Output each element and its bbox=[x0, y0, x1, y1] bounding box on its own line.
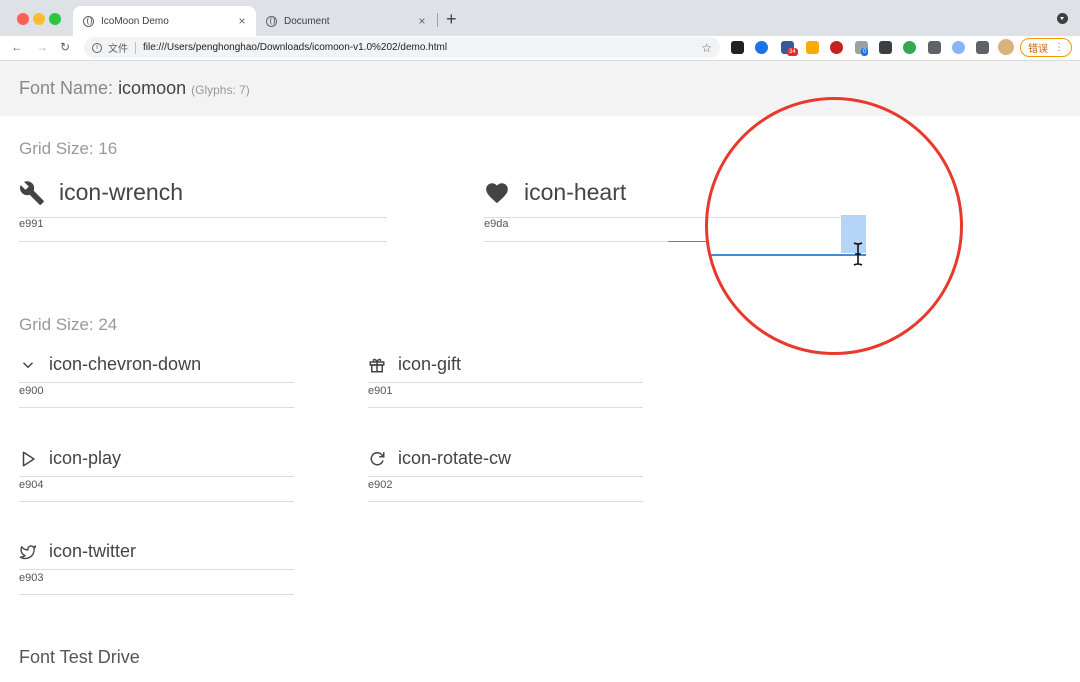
wrench-icon bbox=[20, 180, 44, 205]
play-icon bbox=[22, 451, 35, 466]
glyph-name-underline bbox=[368, 476, 643, 477]
gift-icon bbox=[369, 358, 385, 372]
glyph-code-underline bbox=[368, 501, 643, 502]
tab-document[interactable]: Document × bbox=[256, 6, 436, 36]
browser-tab-strip: IcoMoon Demo × Document × + bbox=[0, 0, 1080, 36]
font-name-title: Font Name: icomoon (Glyphs: 7) bbox=[19, 78, 250, 99]
extension-shield-icon[interactable] bbox=[830, 41, 843, 54]
tab-search-icon[interactable] bbox=[1057, 13, 1068, 24]
glyph-name-underline bbox=[19, 217, 387, 218]
font-test-drive-heading: Font Test Drive bbox=[19, 647, 140, 667]
glyph-code[interactable]: e903 bbox=[19, 562, 294, 584]
glyph-name-underline bbox=[19, 382, 294, 383]
grid-24-heading: Grid Size: 24 bbox=[19, 315, 118, 334]
grid-16-heading: Grid Size: 16 bbox=[19, 139, 118, 158]
error-button[interactable]: 错误 ⋮ bbox=[1020, 38, 1072, 57]
extension-badge: 0 bbox=[861, 48, 869, 56]
glyph-code[interactable]: e904 bbox=[19, 469, 294, 491]
extension-sync-icon[interactable]: 0 bbox=[855, 41, 869, 56]
heart-icon bbox=[486, 182, 508, 203]
glyph-code-underline bbox=[19, 241, 387, 242]
extensions-puzzle-icon[interactable] bbox=[976, 41, 989, 54]
rotate-cw-icon bbox=[370, 451, 385, 465]
tab-title: IcoMoon Demo bbox=[101, 15, 169, 27]
focus-underline bbox=[668, 241, 708, 242]
extension-icon[interactable] bbox=[731, 41, 744, 54]
address-divider bbox=[135, 41, 136, 54]
reload-button[interactable]: ↻ bbox=[60, 39, 70, 55]
glyph-code-underline bbox=[19, 407, 294, 408]
extension-ia-icon[interactable] bbox=[879, 41, 892, 54]
glyph-code-underline bbox=[19, 501, 294, 502]
glyph-card-gift: icon-gift e901 bbox=[368, 354, 643, 410]
glyph-card-wrench: icon-wrench e991 bbox=[19, 179, 387, 244]
more-menu-icon: ⋮ bbox=[1054, 42, 1064, 53]
window-minimize-button[interactable] bbox=[33, 13, 45, 25]
font-name-label: Font Name: bbox=[19, 78, 114, 98]
glyph-card-rotate-cw: icon-rotate-cw e902 bbox=[368, 448, 643, 504]
glyph-name-underline bbox=[368, 382, 643, 383]
glyph-name-underline bbox=[19, 476, 294, 477]
forward-button[interactable]: → bbox=[36, 39, 48, 55]
glyph-code-underline bbox=[368, 407, 643, 408]
globe-icon bbox=[83, 15, 94, 27]
window-zoom-button[interactable] bbox=[49, 13, 61, 25]
glyph-code[interactable]: e991 bbox=[19, 206, 387, 230]
glyph-name: icon-play bbox=[49, 448, 122, 468]
tab-close-icon[interactable]: × bbox=[414, 14, 430, 28]
profile-avatar[interactable] bbox=[998, 39, 1014, 55]
glyph-name-underline bbox=[19, 569, 294, 570]
bookmark-star-icon[interactable]: ☆ bbox=[701, 41, 712, 55]
back-button[interactable]: ← bbox=[11, 39, 23, 55]
glyph-card-chevron-down: icon-chevron-down e900 bbox=[19, 354, 294, 410]
glyph-name: icon-chevron-down bbox=[49, 354, 202, 374]
extension-badge: 34 bbox=[787, 48, 798, 56]
glyph-name: icon-rotate-cw bbox=[398, 448, 512, 468]
file-scheme-label: 文件 bbox=[108, 44, 128, 55]
address-bar[interactable]: i 文件 file:///Users/penghonghao/Downloads… bbox=[84, 37, 720, 58]
glyph-name: icon-twitter bbox=[49, 541, 137, 561]
glyph-name: icon-gift bbox=[398, 354, 462, 374]
browser-toolbar: ← → ↻ i 文件 file:///Users/penghonghao/Dow… bbox=[0, 36, 1080, 61]
glyph-name: icon-wrench bbox=[59, 179, 183, 205]
glyph-code[interactable]: e902 bbox=[368, 469, 643, 491]
extension-check-icon[interactable] bbox=[903, 41, 916, 54]
glyph-card-play: icon-play e904 bbox=[19, 448, 294, 504]
glyph-count: (Glyphs: 7) bbox=[191, 83, 250, 97]
tab-close-icon[interactable]: × bbox=[234, 14, 250, 28]
window-close-button[interactable] bbox=[17, 13, 29, 25]
chevron-down-icon bbox=[22, 361, 34, 368]
url-text[interactable]: file:///Users/penghonghao/Downloads/icom… bbox=[143, 42, 701, 53]
glyph-code[interactable]: e900 bbox=[19, 375, 294, 397]
extension-download-icon[interactable] bbox=[806, 41, 819, 54]
site-info-icon[interactable]: i bbox=[92, 42, 102, 53]
extension-icon[interactable] bbox=[755, 41, 768, 54]
glyph-code-underline bbox=[484, 241, 668, 242]
error-label: 错误 bbox=[1028, 44, 1048, 55]
tab-icomoon-demo[interactable]: IcoMoon Demo × bbox=[73, 6, 256, 36]
glyph-code-underline bbox=[19, 594, 294, 595]
font-name-value: icomoon bbox=[118, 78, 187, 98]
glyph-code[interactable]: e901 bbox=[368, 375, 643, 397]
twitter-icon bbox=[19, 544, 37, 559]
glyph-card-twitter: icon-twitter e903 bbox=[19, 541, 294, 597]
extension-fox-icon[interactable] bbox=[928, 41, 941, 54]
extension-mail-icon[interactable]: 34 bbox=[781, 41, 798, 56]
globe-icon bbox=[266, 15, 277, 27]
tab-divider bbox=[437, 13, 438, 27]
new-tab-button[interactable]: + bbox=[446, 9, 457, 29]
glyph-name: icon-heart bbox=[524, 179, 627, 205]
extension-icon[interactable] bbox=[952, 41, 965, 54]
tab-title: Document bbox=[284, 15, 330, 27]
highlight-callout-circle bbox=[705, 97, 963, 355]
